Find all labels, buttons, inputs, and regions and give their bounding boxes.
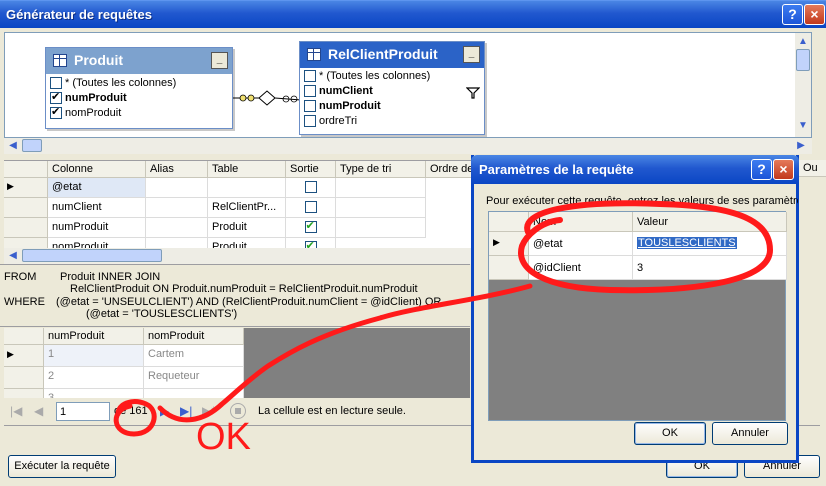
ok-annotation-text: OK <box>196 416 251 458</box>
red-annotation <box>113 200 774 437</box>
